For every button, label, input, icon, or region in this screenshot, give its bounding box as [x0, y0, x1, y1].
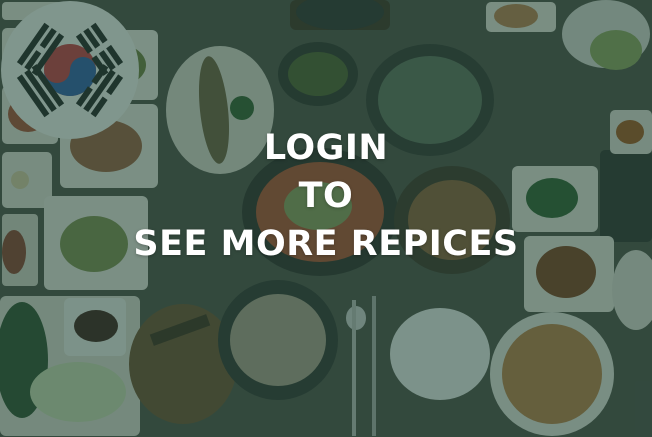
- login-gate[interactable]: LOGIN TO SEE MORE REPICES: [0, 0, 652, 437]
- to-text: TO: [298, 176, 354, 216]
- see-more-recipes-text: SEE MORE REPICES: [133, 224, 519, 264]
- login-message[interactable]: LOGIN TO SEE MORE REPICES: [0, 124, 652, 268]
- login-text[interactable]: LOGIN: [264, 124, 388, 172]
